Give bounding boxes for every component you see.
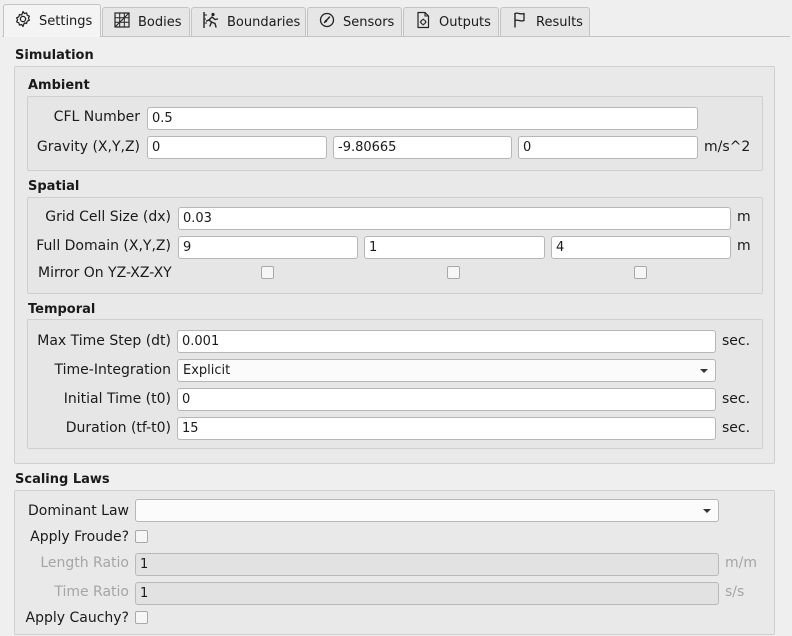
grid-cell-size-input[interactable]: 0.03 <box>178 207 731 230</box>
scaling-laws-title: Scaling Laws <box>15 472 110 487</box>
apply-froude-checkbox[interactable] <box>135 530 148 543</box>
max-time-step-label: Max Time Step (dt) <box>37 333 171 349</box>
grid-cell-size-unit: m <box>737 209 751 225</box>
duration-label: Duration (tf-t0) <box>65 420 171 436</box>
runner-icon <box>202 11 227 33</box>
gear-icon <box>14 10 39 32</box>
length-ratio-input[interactable]: 1 <box>135 553 719 576</box>
gravity-unit: m/s^2 <box>704 139 751 155</box>
grid-cell-size-label: Grid Cell Size (dx) <box>45 209 171 225</box>
duration-input[interactable]: 15 <box>177 417 716 440</box>
initial-time-input[interactable]: 0 <box>177 388 716 411</box>
time-integration-select[interactable]: Explicit <box>177 359 716 382</box>
flag-icon <box>511 11 536 33</box>
time-ratio-unit: s/s <box>725 584 745 600</box>
tab-boundaries-label: Boundaries <box>227 14 301 30</box>
mirror-yz-checkbox[interactable] <box>261 266 274 279</box>
gravity-x-input[interactable]: 0 <box>147 136 327 159</box>
initial-time-unit: sec. <box>722 391 751 407</box>
tab-sensors[interactable]: Sensors <box>307 7 402 36</box>
domain-y-input[interactable]: 1 <box>364 236 545 259</box>
initial-time-label: Initial Time (t0) <box>63 391 171 407</box>
tab-outputs[interactable]: Outputs <box>403 7 499 36</box>
time-integration-label: Time-Integration <box>54 362 171 378</box>
mirror-xy-checkbox[interactable] <box>634 266 647 279</box>
max-time-step-input[interactable]: 0.001 <box>177 330 716 353</box>
chevron-down-icon <box>703 509 711 513</box>
max-time-step-unit: sec. <box>722 333 751 349</box>
full-domain-label: Full Domain (X,Y,Z) <box>36 238 171 254</box>
spatial-title: Spatial <box>28 179 80 194</box>
dominant-law-select[interactable] <box>135 499 719 522</box>
tab-settings[interactable]: Settings <box>3 4 101 37</box>
grid-icon <box>113 11 138 33</box>
simulation-title: Simulation <box>15 48 94 63</box>
chevron-down-icon <box>700 369 708 373</box>
time-integration-value: Explicit <box>183 363 231 378</box>
length-ratio-label: Length Ratio <box>40 555 129 571</box>
mirror-label: Mirror On YZ-XZ-XY <box>38 265 172 281</box>
cfl-number-input[interactable]: 0.5 <box>147 107 698 130</box>
temporal-title: Temporal <box>28 302 96 317</box>
apply-cauchy-checkbox[interactable] <box>135 611 148 624</box>
tab-boundaries[interactable]: Boundaries <box>191 7 306 36</box>
tab-sensors-label: Sensors <box>343 14 395 30</box>
tab-bodies-label: Bodies <box>138 14 182 30</box>
time-ratio-label: Time Ratio <box>54 584 129 600</box>
tab-results-label: Results <box>536 14 583 30</box>
tab-bodies[interactable]: Bodies <box>102 7 190 36</box>
gravity-y-input[interactable]: -9.80665 <box>333 136 512 159</box>
gravity-z-input[interactable]: 0 <box>518 136 698 159</box>
duration-unit: sec. <box>722 420 751 436</box>
tab-outputs-label: Outputs <box>439 14 491 30</box>
dominant-law-label: Dominant Law <box>28 503 129 519</box>
length-ratio-unit: m/m <box>725 555 757 571</box>
domain-z-input[interactable]: 4 <box>551 236 731 259</box>
full-domain-unit: m <box>737 238 751 254</box>
mirror-xz-checkbox[interactable] <box>447 266 460 279</box>
tab-bar: Settings Bodies Boundaries Sensors Outpu… <box>0 0 792 37</box>
file-gear-icon <box>414 11 439 33</box>
apply-froude-label: Apply Froude? <box>30 529 129 545</box>
gauge-icon <box>318 11 343 33</box>
tab-results[interactable]: Results <box>500 7 590 36</box>
gravity-label: Gravity (X,Y,Z) <box>36 139 140 155</box>
domain-x-input[interactable]: 9 <box>178 236 358 259</box>
time-ratio-input[interactable]: 1 <box>135 582 719 605</box>
ambient-title: Ambient <box>28 78 90 93</box>
cfl-label: CFL Number <box>53 109 140 125</box>
tab-settings-label: Settings <box>39 13 93 29</box>
apply-cauchy-label: Apply Cauchy? <box>25 610 130 626</box>
